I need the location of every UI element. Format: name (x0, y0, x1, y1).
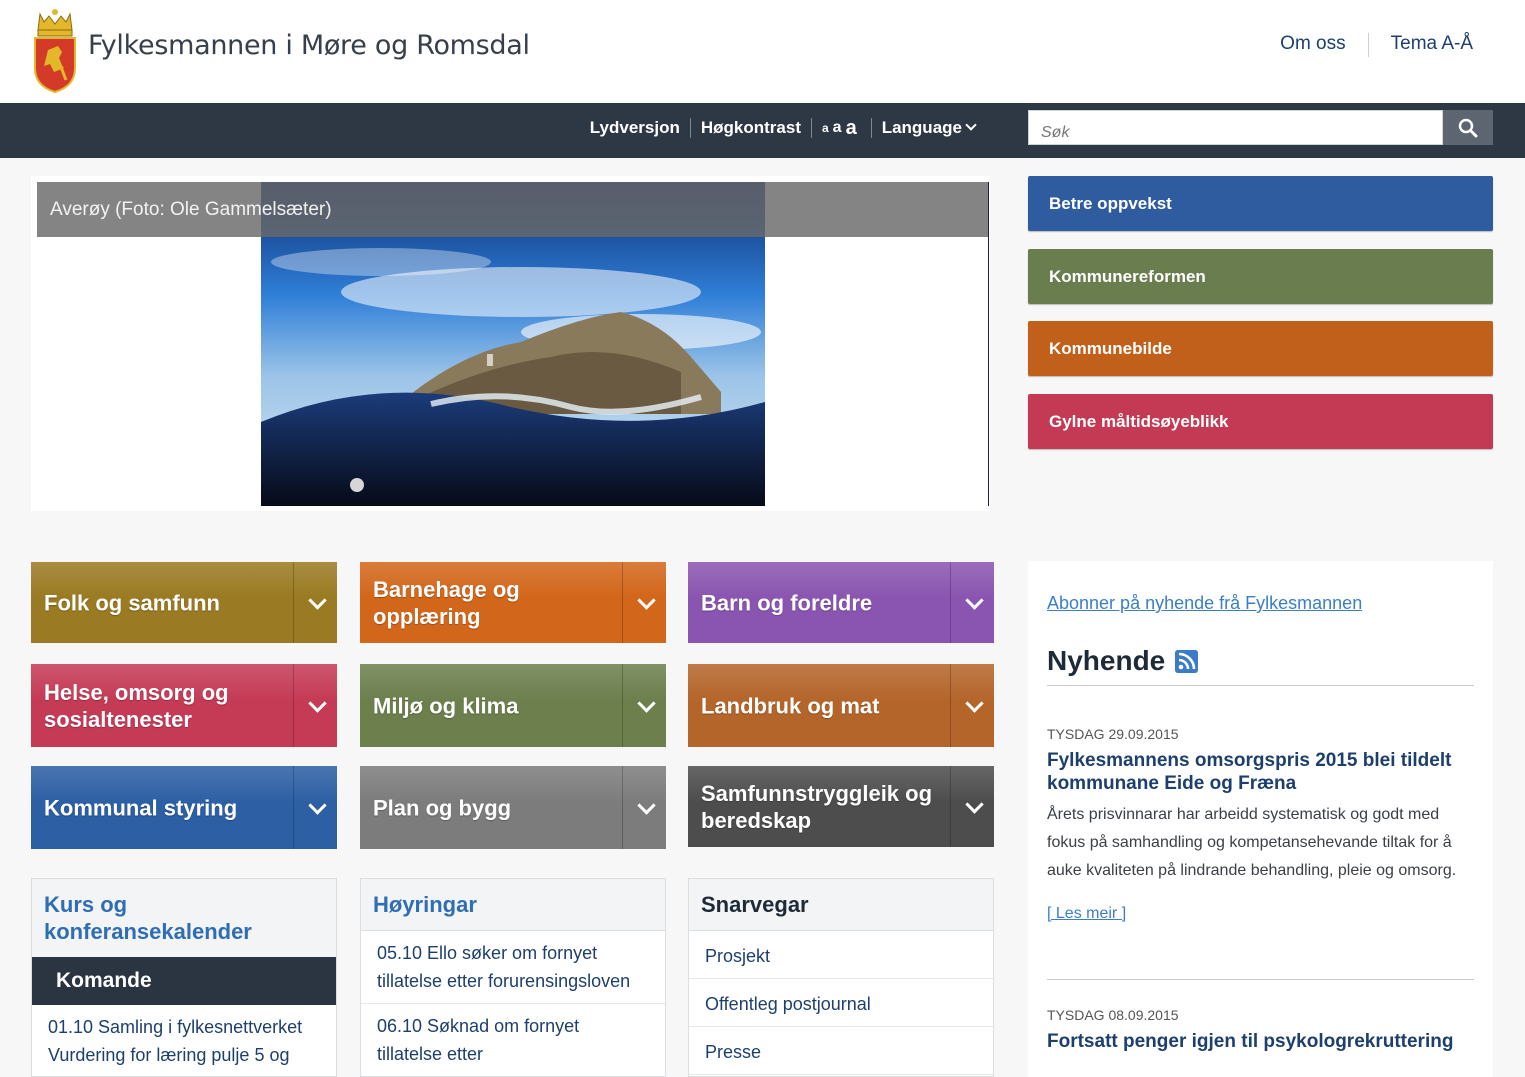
shortcut-postjournal[interactable]: Offentleg postjournal (689, 979, 993, 1027)
tile-divider (950, 766, 951, 847)
site-header: Fylkesmannen i Møre og Romsdal Om oss Te… (0, 0, 1525, 103)
news-headline[interactable]: Fylkesmannens omsorgspris 2015 blei tild… (1047, 749, 1477, 795)
topics-az-link[interactable]: Tema A-Å (1367, 33, 1477, 57)
shortcuts-title: Snarvegar (689, 879, 993, 931)
shortcut-prosjekt[interactable]: Prosjekt (689, 931, 993, 979)
category-label: Kommunal styring (44, 795, 238, 820)
image-carousel: Averøy (Foto: Ole Gammelsæter) (31, 176, 990, 511)
chevron-down-icon (965, 119, 977, 131)
promo-betre-oppvekst[interactable]: Betre oppvekst (1028, 176, 1493, 231)
carousel-caption: Averøy (Foto: Ole Gammelsæter) (37, 182, 989, 237)
shortcuts-panel: Snarvegar Prosjekt Offentleg postjournal… (688, 878, 994, 1077)
promo-gylne-maaltidsoyeblikk[interactable]: Gylne måltidsøyeblikk (1028, 394, 1493, 449)
category-barn-og-foreldre[interactable]: Barn og foreldre (688, 562, 994, 643)
category-plan-og-bygg[interactable]: Plan og bygg (360, 766, 666, 849)
category-landbruk-og-mat[interactable]: Landbruk og mat (688, 664, 994, 747)
tile-divider (622, 766, 623, 849)
tile-divider (622, 664, 623, 747)
search-button[interactable] (1443, 110, 1493, 145)
rss-icon[interactable] (1175, 650, 1198, 673)
upcoming-heading: Komande (32, 957, 336, 1005)
shortcut-presse[interactable]: Presse (689, 1027, 993, 1075)
tile-divider (293, 562, 294, 643)
category-label: Plan og bygg (373, 795, 512, 820)
tile-divider (950, 562, 951, 643)
subscribe-link[interactable]: Abonner på nyhende frå Fylkesmannen (1047, 593, 1362, 614)
category-label: Folk og samfunn (44, 590, 220, 615)
tile-divider (293, 766, 294, 849)
font-size-large[interactable]: a (846, 118, 857, 138)
course-calendar-panel: Kurs og konferansekalender Komande 01.10… (31, 878, 337, 1077)
category-label: Landbruk og mat (701, 693, 880, 718)
news-headline[interactable]: Fortsatt penger igjen til psykologrekrut… (1047, 1030, 1477, 1053)
language-dropdown[interactable]: Language (870, 118, 985, 138)
top-navigation: Om oss Tema A-Å (1258, 33, 1477, 57)
utility-toolbar: Lydversjon Høgkontrast a a a Language (0, 103, 1525, 158)
accessibility-tools: Lydversjon Høgkontrast a a a Language (580, 118, 985, 138)
category-label: Samfunnstryggleik og beredskap (701, 780, 933, 833)
category-label: Barn og foreldre (701, 590, 873, 615)
course-calendar-title[interactable]: Kurs og konferansekalender (32, 879, 336, 957)
font-size-small[interactable]: a (822, 118, 829, 138)
search-icon (1458, 118, 1478, 137)
category-helse-omsorg[interactable]: Helse, omsorg og sosialtenester (31, 664, 337, 747)
promo-kommunereformen[interactable]: Kommunereformen (1028, 249, 1493, 304)
hearing-item[interactable]: 06.10 Søknad om fornyet tillatelse etter (361, 1004, 665, 1076)
divider (1047, 685, 1474, 686)
hearing-item[interactable]: 05.10 Ello søker om fornyet tillatelse e… (361, 931, 665, 1004)
category-kommunal-styring[interactable]: Kommunal styring (31, 766, 337, 849)
tile-divider (950, 664, 951, 747)
news-date: TYSDAG 29.09.2015 (1047, 726, 1179, 742)
hearings-panel: Høyringar 05.10 Ello søker om fornyet ti… (360, 878, 666, 1077)
carousel-indicator-dot[interactable] (350, 478, 364, 492)
tile-divider (293, 664, 294, 747)
news-column: Abonner på nyhende frå Fylkesmannen Nyhe… (1028, 561, 1493, 1077)
search-input[interactable] (1028, 110, 1443, 145)
category-folk-og-samfunn[interactable]: Folk og samfunn (31, 562, 337, 643)
category-label: Barnehage og opplæring (373, 576, 520, 629)
news-heading: Nyhende (1047, 645, 1166, 676)
font-size-controls: a a a (810, 118, 871, 138)
category-miljo-og-klima[interactable]: Miljø og klima (360, 664, 666, 747)
category-barnehage-og-opplaering[interactable]: Barnehage og opplæring (360, 562, 666, 643)
carousel-divider (988, 182, 989, 506)
font-size-medium[interactable]: a (833, 118, 842, 138)
search-form (1028, 110, 1493, 145)
tile-divider (622, 562, 623, 643)
high-contrast-link[interactable]: Høgkontrast (689, 118, 811, 138)
category-label: Miljø og klima (373, 693, 519, 718)
coat-of-arms-logo[interactable] (30, 6, 80, 94)
audio-version-link[interactable]: Lydversjon (580, 118, 690, 138)
category-label: Helse, omsorg og sosialtenester (44, 679, 229, 732)
read-more-link[interactable]: [ Les meir ] (1047, 905, 1126, 923)
promo-kommunebilde[interactable]: Kommunebilde (1028, 321, 1493, 376)
category-samfunnstryggleik[interactable]: Samfunnstryggleik og beredskap (688, 766, 994, 847)
site-title[interactable]: Fylkesmannen i Møre og Romsdal (88, 30, 530, 61)
hearings-title[interactable]: Høyringar (361, 879, 665, 931)
news-date: TYSDAG 08.09.2015 (1047, 1007, 1179, 1023)
about-link[interactable]: Om oss (1258, 33, 1367, 57)
divider (1047, 979, 1474, 980)
calendar-item[interactable]: 01.10 Samling i fylkesnettverket Vurderi… (32, 1005, 336, 1076)
language-label: Language (881, 118, 962, 137)
news-summary: Årets prisvinnarar har arbeidd systemati… (1047, 806, 1457, 879)
